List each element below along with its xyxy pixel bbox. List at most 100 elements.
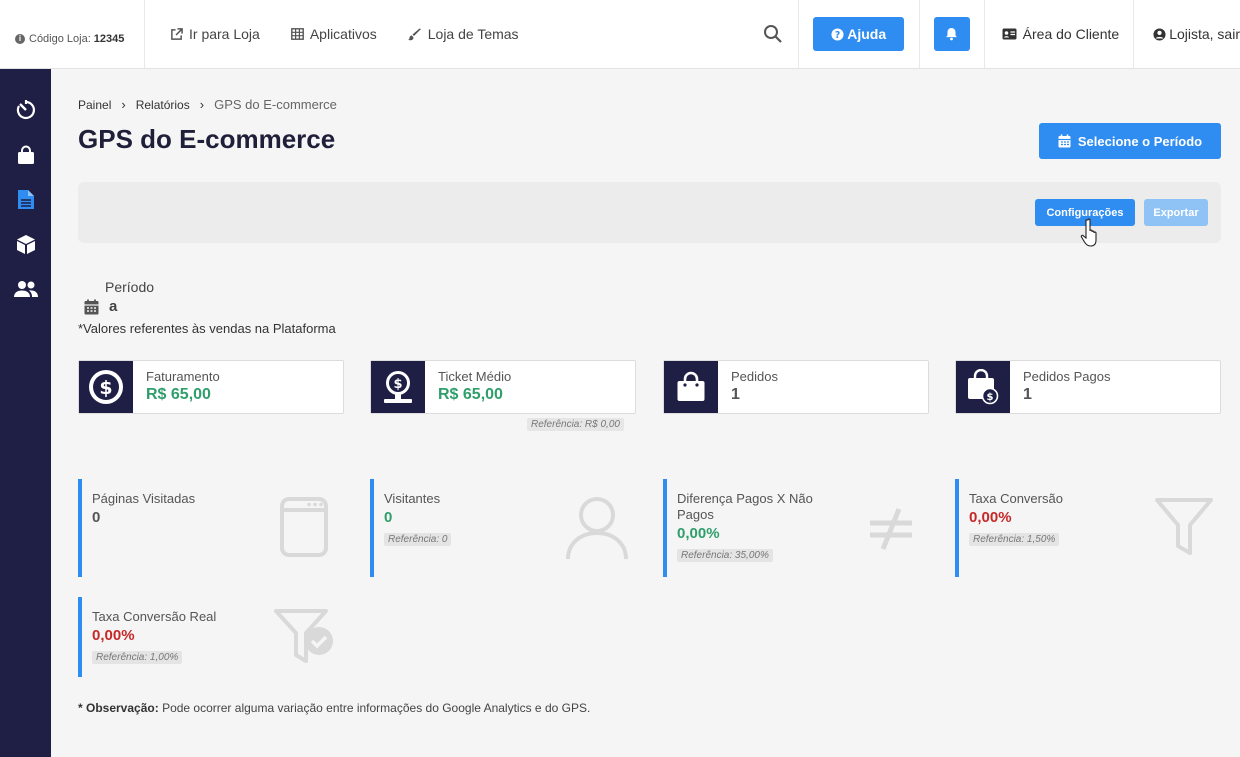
kpi-icon-box: $ — [956, 361, 1010, 413]
notifications-button[interactable] — [933, 17, 970, 51]
chevron-right-icon: › — [199, 97, 205, 112]
metric-value: 0,00% — [92, 627, 135, 644]
kpi-icon-box: $ — [79, 361, 133, 413]
kpi-card-orders: Pedidos 1 — [663, 360, 929, 414]
calendar-icon — [1058, 134, 1071, 148]
sidebar-item-reports[interactable] — [0, 184, 51, 214]
breadcrumb-item-relatorios[interactable]: Relatórios — [136, 98, 190, 112]
chevron-right-icon: › — [121, 97, 126, 112]
kpi-label: Faturamento — [146, 369, 220, 384]
metric-conversion-rate: Taxa Conversão 0,00% Referência: 1,50% — [955, 479, 1219, 577]
user-label: Lojista, sair — [1169, 26, 1240, 42]
kpi-card-revenue: $ Faturamento R$ 65,00 — [78, 360, 344, 414]
platform-note: *Valores referentes às vendas na Platafo… — [78, 321, 336, 336]
shopping-bag-icon — [17, 145, 34, 164]
svg-text:$: $ — [393, 377, 402, 392]
users-icon — [13, 281, 38, 297]
funnel-check-icon — [274, 609, 333, 663]
info-icon: i — [15, 34, 25, 44]
top-bar: i Código Loja: 12345 Ir para Loja Aplica… — [0, 0, 1240, 69]
notifications-cell — [920, 0, 985, 69]
period-range: a — [84, 298, 117, 315]
not-equal-icon — [870, 508, 912, 550]
funnel-icon — [1155, 498, 1213, 555]
store-code: i Código Loja: 12345 — [0, 0, 145, 69]
kpi-label: Pedidos — [731, 369, 778, 384]
metric-label: Taxa Conversão — [969, 491, 1063, 506]
question-circle-icon: ? — [831, 27, 844, 40]
metric-value: 0 — [92, 509, 101, 526]
metric-reference-badge: Referência: 1,50% — [969, 533, 1060, 546]
user-icon — [566, 497, 628, 560]
help-cell: ? Ajuda — [799, 0, 920, 69]
metric-value: 0,00% — [677, 525, 720, 542]
go-to-store-label: Ir para Loja — [189, 26, 260, 42]
svg-text:?: ? — [835, 29, 840, 40]
sidebar-item-products[interactable] — [0, 229, 51, 259]
help-button[interactable]: ? Ajuda — [813, 17, 905, 51]
filters-toolbar: Configurações Exportar — [78, 182, 1221, 243]
paid-bag-icon: $ — [968, 369, 999, 405]
breadcrumb-item-painel[interactable]: Painel — [78, 98, 111, 112]
grid-icon — [290, 28, 304, 40]
select-period-button[interactable]: Selecione o Período — [1039, 123, 1221, 159]
breadcrumb: Painel › Relatórios › GPS do E-commerce — [78, 97, 337, 112]
external-link-icon — [171, 27, 183, 40]
metric-label: Taxa Conversão Real — [92, 609, 217, 624]
stopwatch-icon — [16, 100, 35, 120]
metric-value: 0 — [384, 509, 393, 526]
apps-label: Aplicativos — [309, 26, 377, 42]
metric-label: Diferença Pagos X Não Pagos — [677, 491, 813, 522]
metric-reference-badge: Referência: 35,00% — [677, 549, 773, 562]
box-icon — [16, 234, 35, 254]
breadcrumb-current: GPS do E-commerce — [214, 97, 337, 112]
export-button[interactable]: Exportar — [1144, 199, 1208, 226]
kpi-icon-box: $ — [371, 361, 425, 413]
metric-visitors: Visitantes 0 Referência: 0 — [370, 479, 634, 577]
bell-icon — [946, 28, 958, 41]
help-label: Ajuda — [847, 26, 887, 42]
document-icon — [17, 189, 34, 209]
dollar-circle-icon: $ — [89, 370, 123, 404]
kpi-card-average-ticket: $ Ticket Médio R$ 65,00 — [370, 360, 636, 414]
sidebar-item-dashboard[interactable] — [0, 95, 51, 125]
metric-label: Páginas Visitadas — [92, 491, 196, 506]
user-circle-icon — [1153, 27, 1166, 41]
apps-link[interactable]: Aplicativos — [290, 26, 377, 42]
page-title: GPS do E-commerce — [78, 124, 336, 154]
kpi-label: Ticket Médio — [438, 369, 512, 384]
kpi-value: R$ 65,00 — [438, 386, 503, 403]
store-code-value: 12345 — [93, 33, 125, 45]
monitor-dollar-icon: $ — [384, 371, 412, 403]
metric-value: 0,00% — [969, 509, 1012, 526]
kpi-value: 1 — [1023, 386, 1032, 403]
metric-reference-badge: Referência: 0 — [384, 533, 452, 546]
search-icon — [764, 25, 782, 43]
sidebar — [0, 69, 51, 757]
metric-real-conversion-rate: Taxa Conversão Real 0,00% Referência: 1,… — [78, 597, 342, 677]
observation-text: Pode ocorrer alguma variação entre infor… — [162, 701, 591, 715]
client-area-label: Área do Cliente — [1022, 26, 1120, 42]
svg-text:$: $ — [987, 392, 994, 403]
search-button[interactable] — [749, 0, 799, 69]
go-to-store-link[interactable]: Ir para Loja — [170, 26, 260, 42]
metric-reference-badge: Referência: 1,00% — [92, 651, 183, 664]
kpi-icon-box — [664, 361, 718, 413]
metric-label: Visitantes — [384, 491, 441, 506]
svg-text:$: $ — [99, 377, 112, 399]
metric-paid-vs-unpaid: Diferença Pagos X Não Pagos 0,00% Referê… — [663, 479, 927, 577]
themes-label: Loja de Temas — [427, 26, 519, 42]
themes-link[interactable]: Loja de Temas — [407, 26, 519, 42]
kpi-reference-badge: Referência: R$ 0,00 — [527, 418, 624, 431]
browser-window-icon — [280, 497, 328, 557]
hand-cursor-icon — [1080, 218, 1097, 247]
client-area-link[interactable]: Área do Cliente — [985, 0, 1135, 69]
calendar-icon — [84, 299, 99, 314]
brush-icon — [407, 28, 421, 40]
top-links: Ir para Loja Aplicativos Loja de Temas — [145, 26, 749, 42]
user-logout-link[interactable]: Lojista, sair — [1134, 26, 1240, 42]
sidebar-item-customers[interactable] — [0, 274, 51, 304]
sidebar-item-orders[interactable] — [0, 140, 51, 170]
observation-prefix: * Observação: — [78, 701, 159, 715]
shopping-bag-icon — [677, 371, 705, 401]
